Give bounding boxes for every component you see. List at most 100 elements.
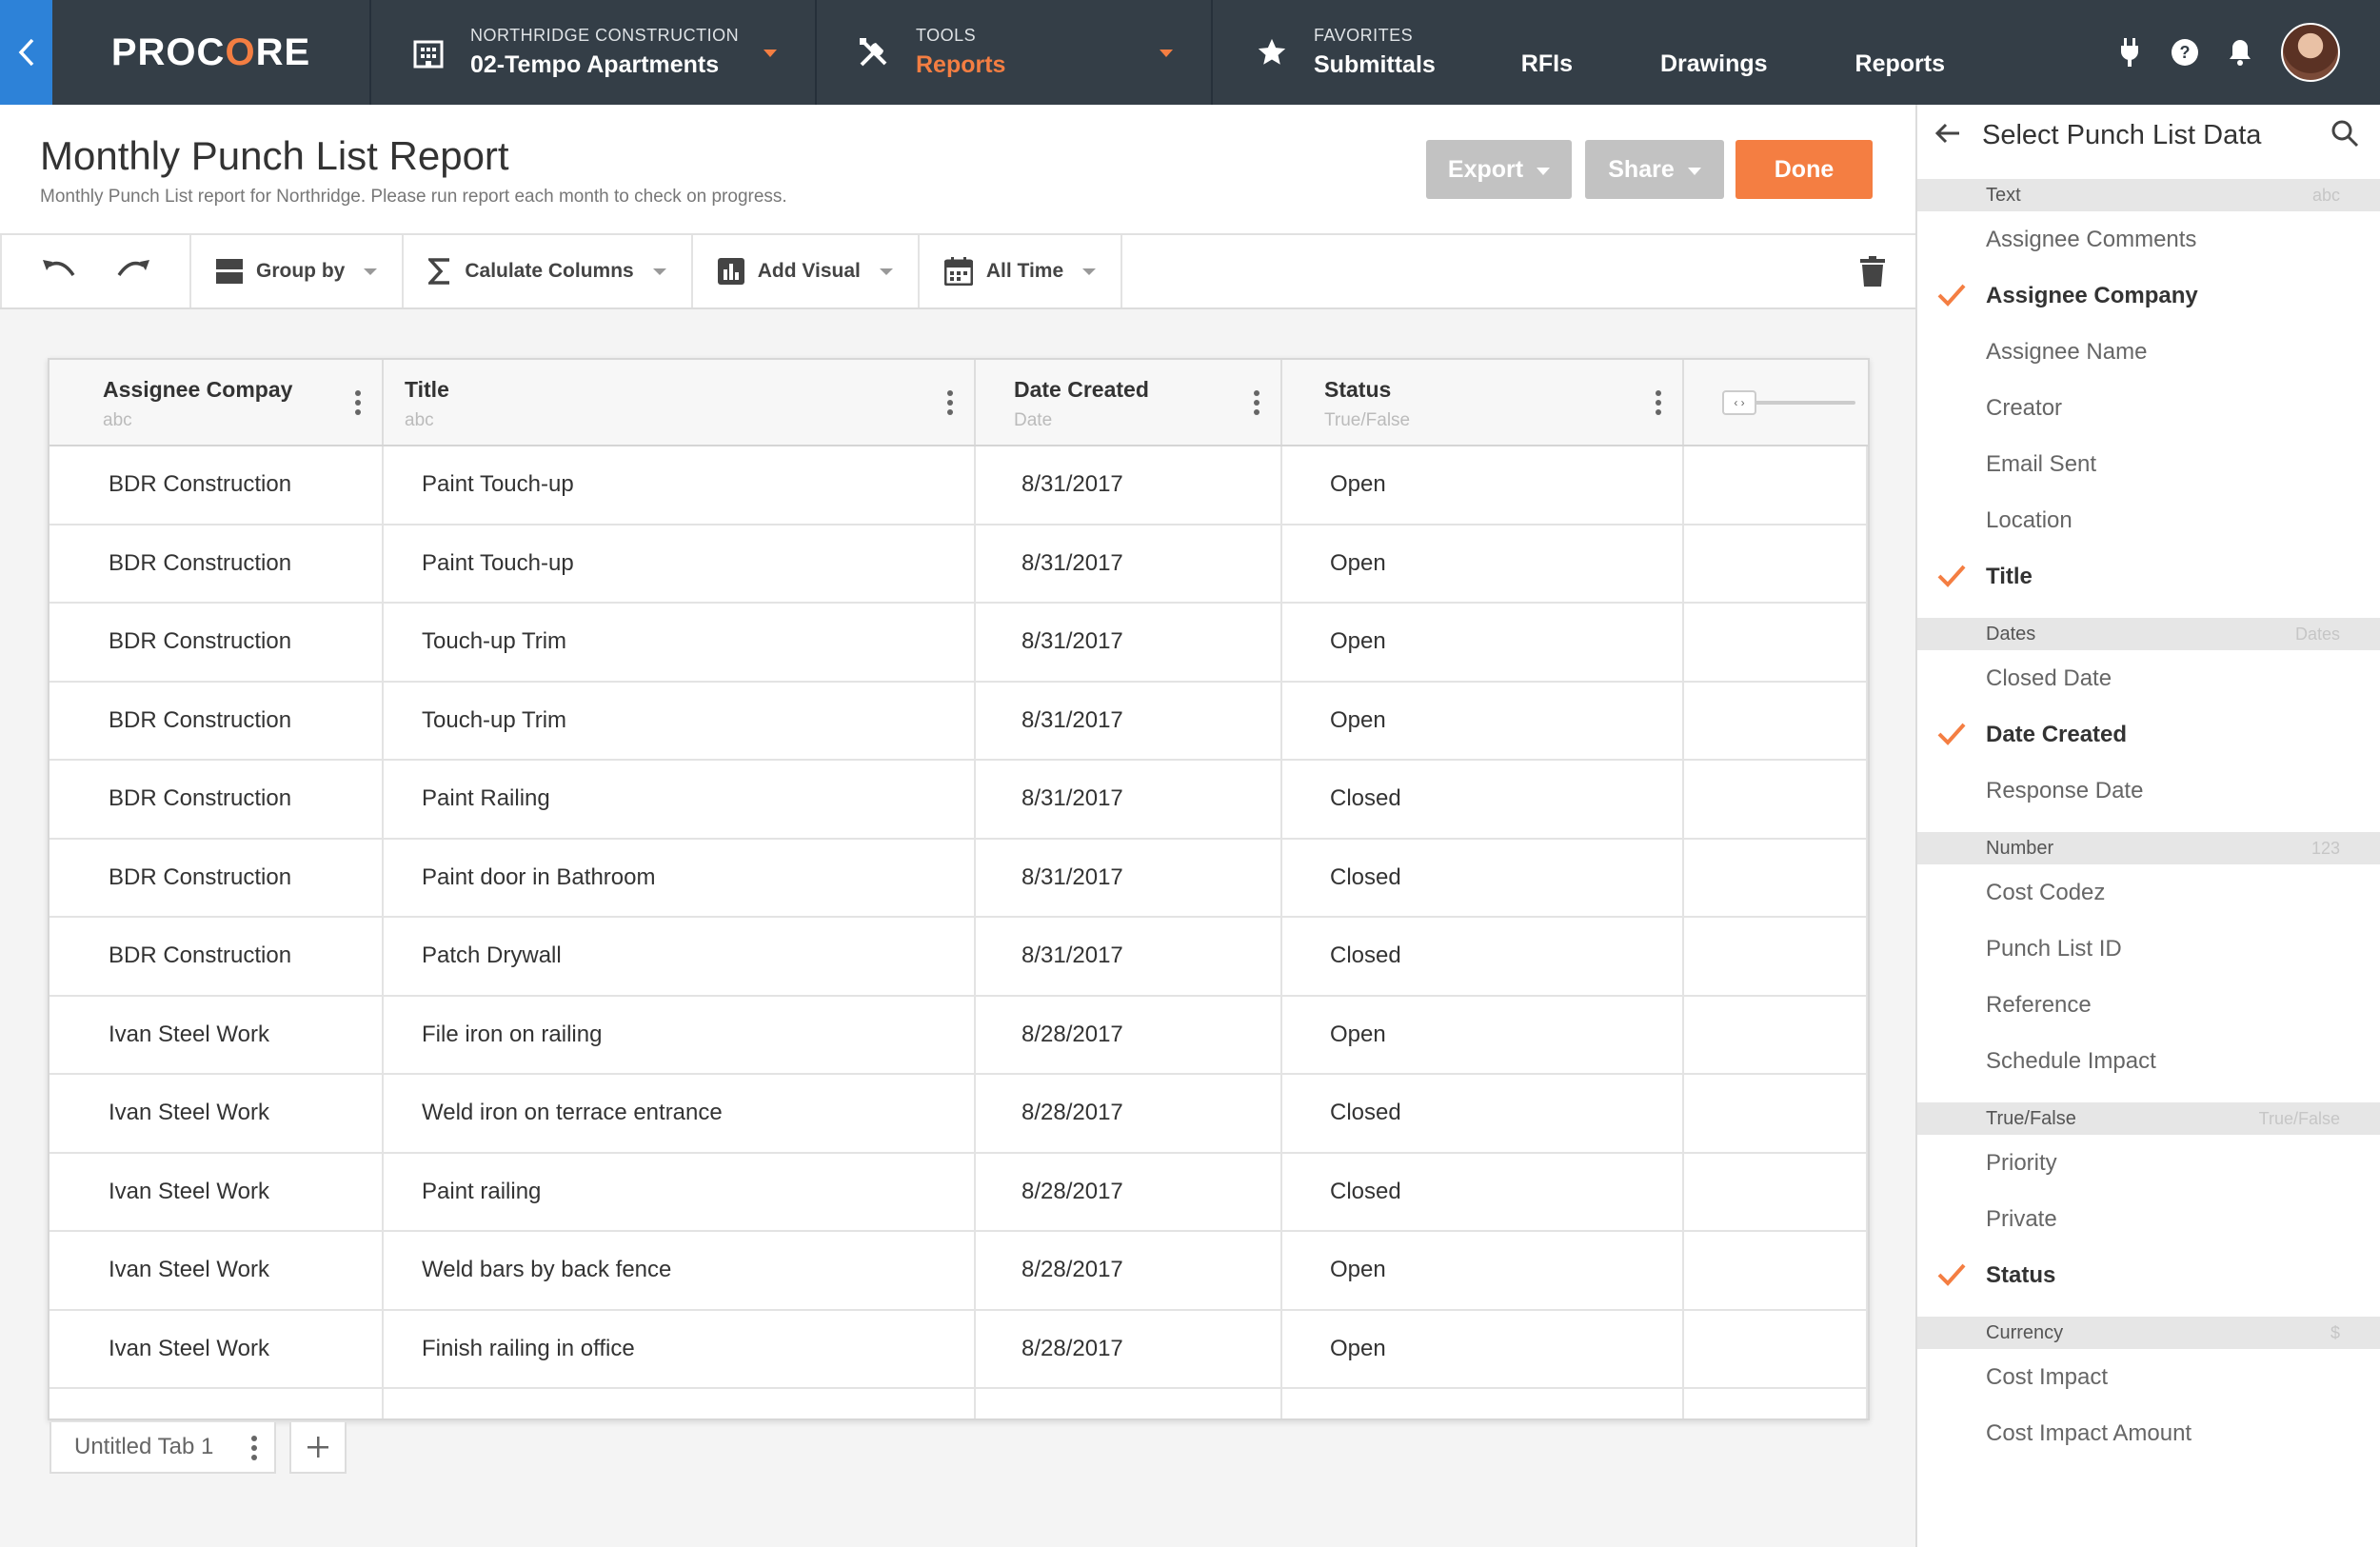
chevron-down-icon [1687,168,1701,175]
field-option[interactable]: Punch List ID [1917,921,2380,977]
done-button[interactable]: Done [1735,140,1873,199]
report-main: Monthly Punch List Report Monthly Punch … [0,105,1915,1547]
field-option[interactable]: Response Date [1917,763,2380,819]
field-option[interactable]: Reference [1917,977,2380,1033]
field-option[interactable]: Date Created [1917,706,2380,763]
help-icon[interactable]: ? [2171,38,2199,67]
add-tab-button[interactable] [289,1422,347,1474]
empty-cell [1684,525,1868,602]
date-created-cell: 8/31/2017 [976,682,1282,759]
table-row[interactable]: Ivan Steel Work Weld iron on terrace entr… [50,1075,1868,1154]
field-label: Date Created [1986,721,2128,747]
field-option[interactable]: Closed Date [1917,650,2380,706]
kebab-menu-icon[interactable] [355,390,361,415]
kebab-menu-icon[interactable] [251,1436,257,1460]
title-cell: Touch-up Trim [384,682,976,759]
nav-back-button[interactable] [0,0,52,105]
title-cell: Paint Touch-up [384,525,976,602]
table-row[interactable]: BDR Construction Patch Drywall 8/31/2017 Cl… [50,918,1868,997]
field-option[interactable]: Title [1917,548,2380,605]
favorites-first[interactable]: FAVORITES Submittals [1314,26,1436,79]
bell-icon[interactable] [2226,38,2254,67]
field-option[interactable]: Assignee Company [1917,268,2380,324]
share-label: Share [1608,155,1675,183]
table-row[interactable]: BDR Construction Paint Touch-up 8/31/2017 O… [50,525,1868,604]
section-header: True/False True/False [1917,1102,2380,1135]
checkmark-icon [1936,1262,1967,1287]
status-cell: Open [1282,604,1684,681]
panel-title: Select Punch List Data [1982,119,2262,150]
panel-header: Select Punch List Data [1917,105,2380,166]
assignee-company-cell: BDR Construction [50,918,384,995]
field-option[interactable]: Cost Codez [1917,864,2380,921]
field-label: Schedule Impact [1986,1047,2156,1074]
kebab-menu-icon[interactable] [947,390,953,415]
kebab-menu-icon[interactable] [1254,390,1259,415]
date-created-cell: 8/31/2017 [976,604,1282,681]
table-row[interactable]: BDR Construction Touch-up Trim 8/31/2017 Op… [50,682,1868,761]
column-header-title[interactable]: Title abc [384,360,976,445]
project-selector[interactable]: NORTHRIDGE CONSTRUCTION 02-Tempo Apartme… [371,0,817,105]
field-option[interactable]: Assignee Name [1917,324,2380,380]
table-row[interactable]: Ivan Steel Work Weld bars by back fence 8/… [50,1232,1868,1311]
kebab-menu-icon[interactable] [1656,390,1661,415]
tools-selector[interactable]: TOOLS Reports [817,0,1213,105]
chevron-down-icon [879,268,893,275]
svg-text:?: ? [2180,43,2191,62]
field-option[interactable]: Location [1917,492,2380,548]
field-label: Response Date [1986,777,2144,803]
table-row[interactable]: BDR Construction Touch-up Trim 8/31/2017 Op… [50,604,1868,683]
field-option[interactable]: Private [1917,1191,2380,1247]
favorite-drawings[interactable]: Drawings [1660,50,1768,78]
section-name: Dates [1986,623,2036,645]
slider-handle[interactable]: ‹ › [1722,390,1756,415]
field-option[interactable]: Assignee Comments [1917,211,2380,268]
field-label: Status [1986,1261,2056,1288]
table-row[interactable]: BDR Construction Paint Touch-up 8/31/2017 O… [50,446,1868,526]
column-header-status[interactable]: Status True/False [1282,360,1684,445]
field-option[interactable]: Status [1917,1247,2380,1303]
table-row[interactable]: BDR Construction Paint Railing 8/31/2017 Cl… [50,761,1868,840]
section-name: Number [1986,837,2054,859]
date-created-cell: 8/31/2017 [976,525,1282,602]
column-width-slider[interactable]: ‹ › [1722,390,1855,415]
field-label: Assignee Comments [1986,226,2197,252]
table-row[interactable]: Ivan Steel Work File iron on railing 8/28/… [50,996,1868,1075]
field-option[interactable]: Schedule Impact [1917,1033,2380,1089]
column-title: Status [1324,377,1392,402]
title-cell: Patch Drywall [384,918,976,995]
field-label: Email Sent [1986,450,2097,477]
column-header-date-created[interactable]: Date Created Date [976,360,1282,445]
column-header-assignee-company[interactable]: Assignee Compay abc [50,360,384,445]
arrow-left-icon[interactable] [1934,122,1961,149]
time-range-button[interactable]: All Time [920,235,1123,307]
time-range-label: All Time [985,260,1064,282]
favorite-rfis[interactable]: RFIs [1521,50,1573,78]
share-button[interactable]: Share [1585,140,1724,199]
field-option[interactable]: Email Sent [1917,436,2380,492]
tab-untitled-1[interactable]: Untitled Tab 1 [50,1422,276,1474]
add-visual-label: Add Visual [757,260,861,282]
table-row[interactable]: BDR Construction Paint door in Bathroom 8/… [50,839,1868,918]
delete-button[interactable] [1830,235,1915,307]
calculate-columns-button[interactable]: Calulate Columns [404,235,693,307]
undo-icon[interactable] [41,258,77,286]
field-option[interactable]: Creator [1917,380,2380,436]
search-icon[interactable] [2330,119,2359,152]
export-button[interactable]: Export [1426,140,1572,199]
field-option[interactable]: Cost Impact [1917,1349,2380,1405]
project-company: NORTHRIDGE CONSTRUCTION [470,26,740,45]
procore-logo[interactable]: PROCORE [52,0,371,105]
add-visual-button[interactable]: Add Visual [693,235,920,307]
avatar[interactable] [2281,23,2340,82]
plug-icon[interactable] [2115,38,2144,67]
star-icon [1253,33,1291,71]
redo-icon[interactable] [115,258,151,286]
table-row[interactable]: Ivan Steel Work Paint railing 8/28/2017 Clo… [50,1153,1868,1232]
field-option[interactable]: Cost Impact Amount [1917,1405,2380,1461]
favorite-reports[interactable]: Reports [1855,50,1945,78]
chevron-down-icon [1160,50,1173,57]
group-by-button[interactable]: Group by [191,235,405,307]
field-option[interactable]: Priority [1917,1135,2380,1191]
table-row[interactable]: Ivan Steel Work Finish railing in office 8… [50,1310,1868,1389]
